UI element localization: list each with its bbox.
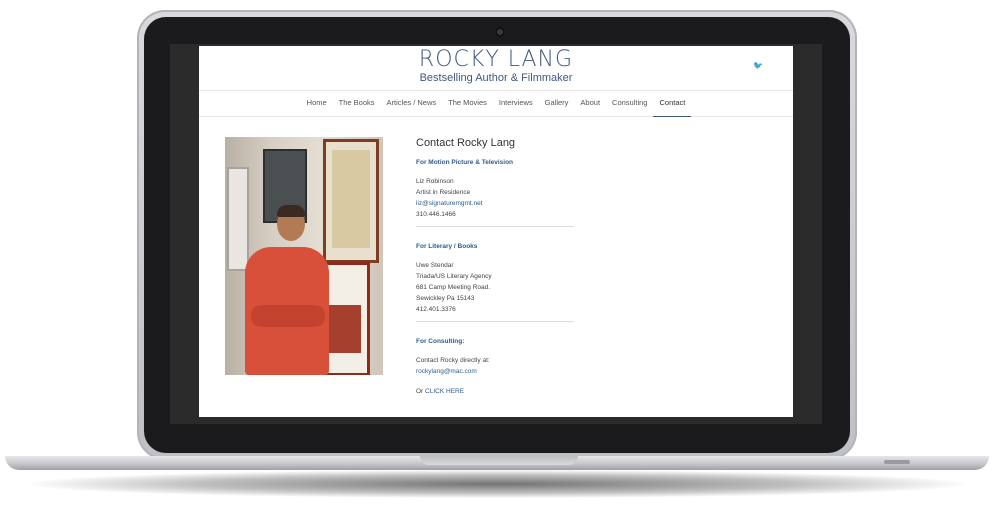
motion-contact-role: Artist in Residence (416, 189, 471, 196)
divider (416, 321, 574, 322)
motion-contact-phone: 310.446.1466 (416, 211, 456, 218)
person-hair (277, 205, 305, 217)
contact-heading: Contact Rocky Lang (416, 137, 516, 149)
wall-frame (323, 139, 379, 263)
or-label: Or (416, 388, 424, 395)
person-arms (251, 305, 325, 327)
section-title-consulting: For Consulting: (416, 338, 465, 345)
laptop-shadow (30, 470, 964, 498)
site-logo-title[interactable]: ROCKY LANG (199, 47, 793, 73)
consulting-email-link[interactable]: rockylang@mac.com (416, 366, 576, 377)
literary-contact-name: Uwe Stendar (416, 262, 454, 269)
literary-agency: Triada/US Literary Agency (416, 273, 492, 280)
divider (416, 226, 574, 227)
nav-item-the-movies[interactable]: The Movies (442, 90, 493, 116)
nav-item-consulting[interactable]: Consulting (606, 90, 653, 116)
consulting-or-line: Or CLICK HERE (416, 386, 576, 397)
rocky-lang-photo (225, 137, 383, 375)
section-title-motion: For Motion Picture & Television (416, 159, 514, 166)
click-here-link[interactable]: CLICK HERE (425, 388, 464, 395)
nav-item-about[interactable]: About (574, 90, 606, 116)
nav-item-the-books[interactable]: The Books (333, 90, 381, 116)
nav-item-contact[interactable]: Contact (653, 90, 692, 117)
motion-contact-email-link[interactable]: liz@signaturemgmt.net (416, 198, 576, 209)
nav-item-gallery[interactable]: Gallery (539, 90, 575, 116)
consulting-intro: Contact Rocky directly at: (416, 357, 490, 364)
contact-block: Contact Rocky Lang For Motion Picture & … (416, 135, 576, 397)
wall-frame (227, 167, 249, 271)
web-page: ROCKY LANG Bestselling Author & Filmmake… (199, 46, 793, 417)
site-logo-subtitle: Bestselling Author & Filmmaker (419, 72, 573, 84)
motion-contact-name: Liz Robinson (416, 178, 454, 185)
nav-item-interviews[interactable]: Interviews (493, 90, 539, 116)
twitter-icon[interactable]: 🐦 (753, 61, 763, 71)
main-nav: Home The Books Articles / News The Movie… (199, 90, 793, 117)
laptop-port (884, 460, 910, 464)
literary-address-line1: 681 Camp Meeting Road. (416, 284, 491, 291)
laptop-notch (420, 456, 578, 465)
laptop-screen: ROCKY LANG Bestselling Author & Filmmake… (170, 44, 822, 424)
nav-item-articles-news[interactable]: Articles / News (381, 90, 443, 116)
site-header: ROCKY LANG Bestselling Author & Filmmake… (199, 46, 793, 91)
camera-icon (495, 27, 505, 37)
literary-address-line2: Sewickley Pa 15143 (416, 295, 475, 302)
section-title-literary: For Literary / Books (416, 243, 478, 250)
nav-item-home[interactable]: Home (301, 90, 333, 116)
literary-phone: 412.401.3376 (416, 306, 456, 313)
